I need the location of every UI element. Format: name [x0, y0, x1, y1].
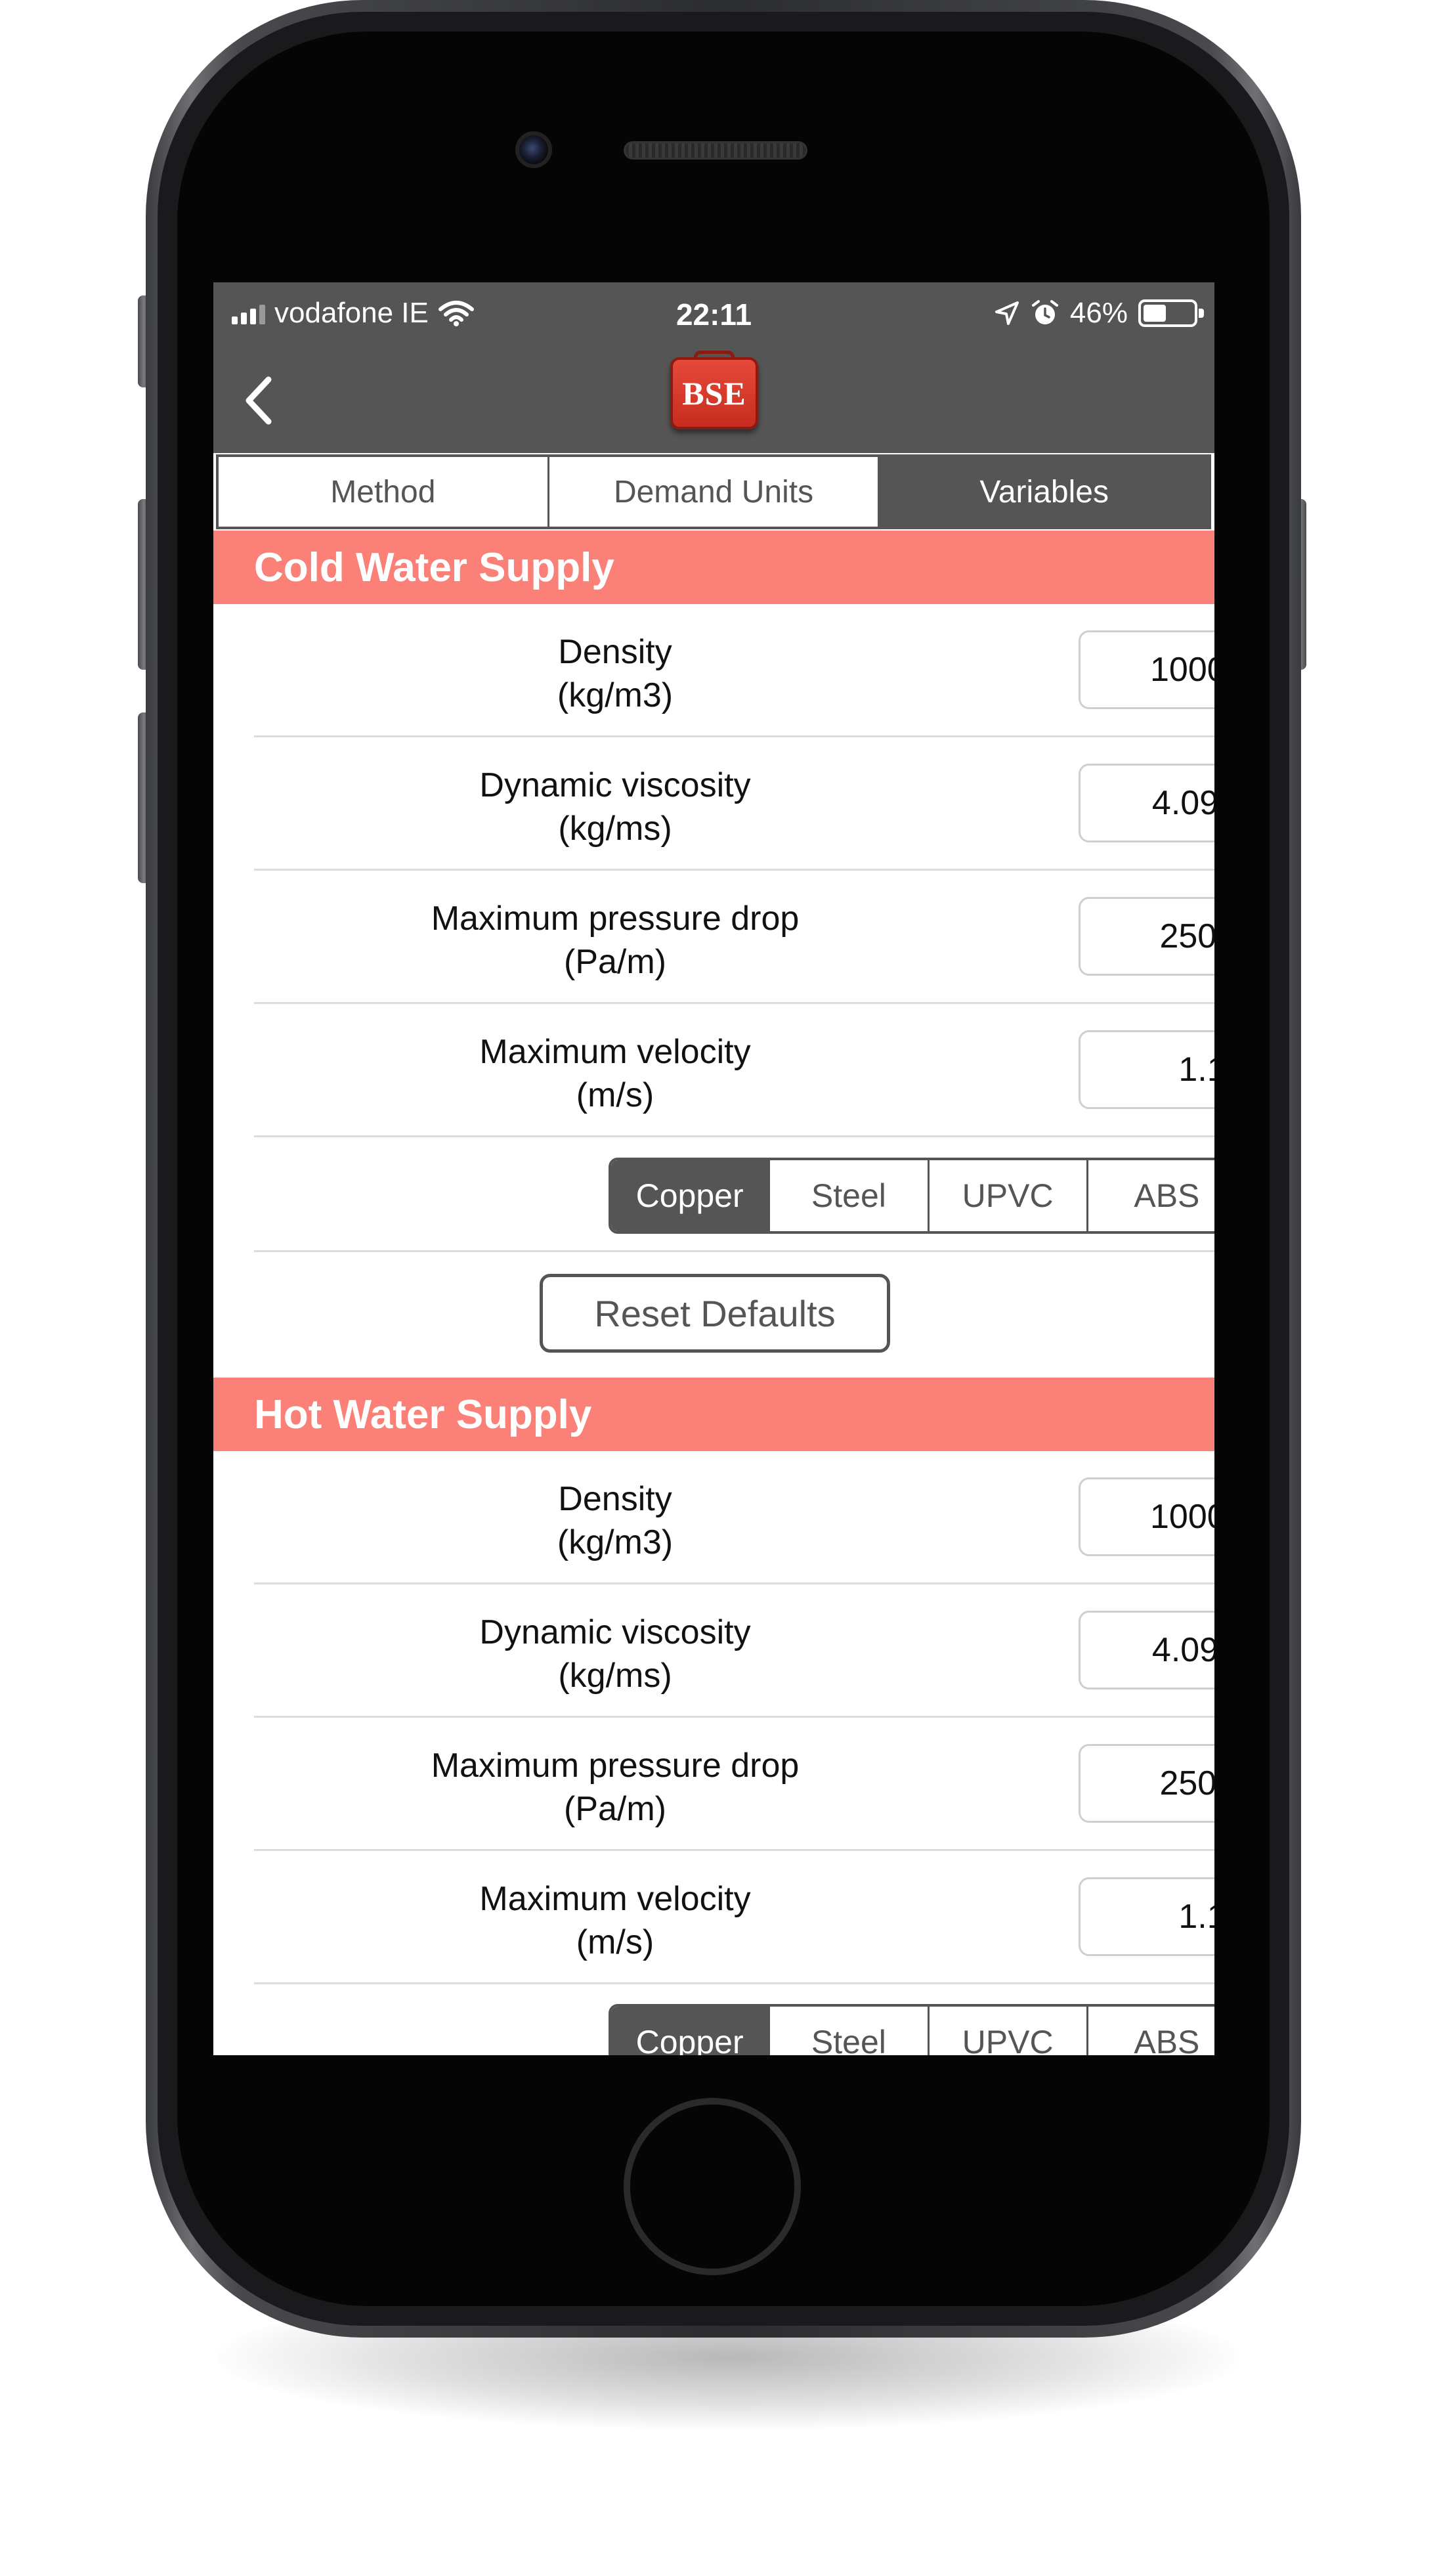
chevron-left-icon — [246, 376, 272, 425]
hot-material-abs[interactable]: ABS — [1088, 2007, 1214, 2055]
location-arrow-icon — [995, 301, 1019, 325]
logo-text: BSE — [682, 375, 746, 412]
hot-pressure-drop-input[interactable]: 250.00 — [1079, 1744, 1214, 1823]
cold-material-abs[interactable]: ABS — [1088, 1160, 1214, 1231]
cold-viscosity-label: Dynamic viscosity (kg/ms) — [254, 764, 976, 850]
hot-viscosity-input[interactable]: 4.09E-7 — [1079, 1611, 1214, 1689]
battery-tip — [1199, 309, 1204, 318]
tab-variables[interactable]: Variables — [880, 457, 1209, 527]
label-unit: (kg/ms) — [558, 1657, 672, 1695]
hot-material-selector: Copper Steel UPVC ABS — [609, 2004, 1214, 2055]
hot-viscosity-row: Dynamic viscosity (kg/ms) 4.09E-7 — [254, 1584, 1214, 1718]
reset-defaults-button[interactable]: Reset Defaults — [540, 1274, 890, 1353]
label-line: Dynamic viscosity — [479, 1613, 751, 1651]
top-tabs: Method Demand Units Variables — [216, 454, 1211, 529]
alarm-icon — [1031, 300, 1058, 324]
label-line: Dynamic viscosity — [479, 766, 751, 804]
label-line: Maximum pressure drop — [431, 900, 800, 938]
divider — [254, 1250, 1214, 1252]
app-screen: vodafone IE 22:11 46% BSE Method Demand … — [213, 282, 1214, 2055]
front-camera — [515, 131, 552, 168]
cold-material-upvc[interactable]: UPVC — [930, 1160, 1088, 1231]
label-line: Maximum velocity — [479, 1880, 751, 1918]
label-unit: (kg/ms) — [558, 810, 672, 848]
hot-material-steel[interactable]: Steel — [770, 2007, 930, 2055]
label-unit: (kg/m3) — [557, 676, 674, 714]
cold-velocity-row: Maximum velocity (m/s) 1.10 — [254, 1004, 1214, 1137]
status-bar: vodafone IE 22:11 46% — [213, 282, 1214, 348]
hot-viscosity-label: Dynamic viscosity (kg/ms) — [254, 1611, 976, 1697]
hot-water-header: Hot Water Supply — [213, 1378, 1214, 1451]
tab-method[interactable]: Method — [219, 457, 549, 527]
cold-pressure-drop-label: Maximum pressure drop (Pa/m) — [254, 897, 976, 984]
cold-density-row: Density (kg/m3) 1000.00 — [254, 604, 1214, 737]
label-line: Maximum pressure drop — [431, 1747, 800, 1785]
cold-viscosity-row: Dynamic viscosity (kg/ms) 4.09E-7 — [254, 737, 1214, 871]
earpiece-speaker — [624, 141, 807, 160]
cold-velocity-input[interactable]: 1.10 — [1079, 1030, 1214, 1109]
hot-pressure-drop-label: Maximum pressure drop (Pa/m) — [254, 1744, 976, 1831]
cold-viscosity-input[interactable]: 4.09E-7 — [1079, 764, 1214, 842]
hot-velocity-row: Maximum velocity (m/s) 1.10 — [254, 1851, 1214, 1984]
label-unit: (Pa/m) — [564, 1790, 666, 1828]
cold-water-header: Cold Water Supply — [213, 531, 1214, 604]
label-line: Maximum velocity — [479, 1033, 751, 1071]
cold-material-selector: Copper Steel UPVC ABS — [609, 1158, 1214, 1234]
tab-demand-units[interactable]: Demand Units — [549, 457, 880, 527]
status-right: 46% — [994, 297, 1204, 330]
hot-pressure-drop-row: Maximum pressure drop (Pa/m) 250.00 — [254, 1718, 1214, 1851]
hot-material-copper[interactable]: Copper — [611, 2007, 771, 2055]
hot-velocity-input[interactable]: 1.10 — [1079, 1877, 1214, 1956]
label-unit: (Pa/m) — [564, 943, 666, 981]
navigation-bar: BSE — [213, 348, 1214, 453]
label-line: Density — [558, 1480, 672, 1518]
hot-velocity-label: Maximum velocity (m/s) — [254, 1877, 976, 1964]
cold-velocity-label: Maximum velocity (m/s) — [254, 1030, 976, 1117]
hot-density-label: Density (kg/m3) — [254, 1477, 976, 1564]
bse-logo: BSE — [670, 357, 758, 429]
cold-material-copper[interactable]: Copper — [611, 1160, 771, 1231]
back-button[interactable] — [233, 374, 286, 427]
hot-density-input[interactable]: 1000.00 — [1079, 1477, 1214, 1556]
battery-icon — [1138, 299, 1204, 327]
cold-density-input[interactable]: 1000.00 — [1079, 630, 1214, 709]
battery-percent: 46% — [1069, 297, 1128, 329]
label-unit: (m/s) — [576, 1923, 654, 1961]
hot-material-upvc[interactable]: UPVC — [930, 2007, 1088, 2055]
label-unit: (kg/m3) — [557, 1523, 674, 1561]
cold-density-label: Density (kg/m3) — [254, 630, 976, 717]
hot-density-row: Density (kg/m3) 1000.00 — [254, 1451, 1214, 1584]
cold-pressure-drop-input[interactable]: 250.00 — [1079, 897, 1214, 976]
cold-pressure-drop-row: Maximum pressure drop (Pa/m) 250.00 — [254, 871, 1214, 1004]
label-unit: (m/s) — [576, 1076, 654, 1114]
home-button[interactable] — [624, 2098, 801, 2275]
battery-fill — [1144, 305, 1166, 322]
label-line: Density — [558, 633, 672, 671]
cold-material-steel[interactable]: Steel — [770, 1160, 930, 1231]
